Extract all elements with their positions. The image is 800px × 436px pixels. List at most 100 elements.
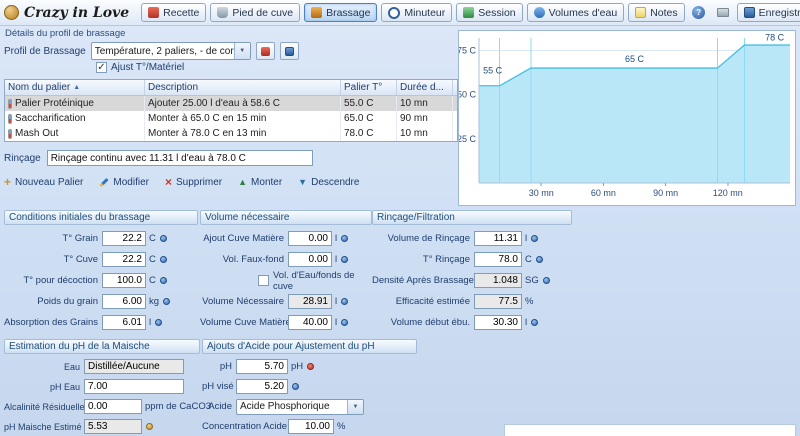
info-dot <box>160 256 167 263</box>
section-sparge-lauter: Rinçage/Filtration Volume de Rinçage11.3… <box>372 210 572 330</box>
tab-notes[interactable]: Notes <box>628 3 684 22</box>
table-row[interactable]: Mash Out Monter à 78.0 C en 13 min 78.0 … <box>5 126 457 141</box>
header-step-temp[interactable]: Palier T° <box>341 80 397 95</box>
current-ph-input[interactable]: 5.70 <box>236 359 288 374</box>
tab-label: Brassage <box>326 7 370 19</box>
new-step-button[interactable]: + Nouveau Palier <box>4 176 83 188</box>
info-dot <box>341 298 348 305</box>
adjust-temp-checkbox[interactable] <box>96 62 107 73</box>
unit-label: l <box>335 233 337 244</box>
page-subtitle: Détails du profil de brassage <box>5 28 125 39</box>
tab-recette[interactable]: Recette <box>141 3 206 22</box>
table-row[interactable]: Palier Protéinique Ajouter 25.00 l d'eau… <box>5 96 457 111</box>
profile-save-button[interactable] <box>280 42 299 60</box>
step-duration: 10 mn <box>400 98 428 109</box>
section-header: Rinçage/Filtration <box>372 210 572 225</box>
starter-icon <box>217 7 228 18</box>
pencil-icon <box>100 177 109 186</box>
field-label: Volume de Rinçage <box>372 233 474 244</box>
estimated-efficiency-field: 77.5 <box>474 294 522 309</box>
svg-text:90 mn: 90 mn <box>653 188 678 198</box>
water-drop-icon <box>534 7 545 18</box>
acid-type-value: Acide Phosphorique <box>237 401 347 412</box>
post-mash-gravity-field: 1.048 <box>474 273 522 288</box>
tab-brassage[interactable]: Brassage <box>304 3 377 22</box>
print-button[interactable] <box>713 3 733 22</box>
profile-edit-button[interactable] <box>256 42 275 60</box>
water-profile-field: Distillée/Aucune <box>84 359 184 374</box>
info-dot <box>543 277 550 284</box>
target-ph-input[interactable]: 5.20 <box>236 379 288 394</box>
tab-label: Pied de cuve <box>232 7 293 19</box>
section-header: Ajouts d'Acide pour Ajustement du pH <box>202 339 417 354</box>
unit-label: C <box>149 275 156 286</box>
tab-volumes-eau[interactable]: Volumes d'eau <box>527 3 625 22</box>
grain-temp-input[interactable]: 22.2 <box>102 231 146 246</box>
preboil-volume-input[interactable]: 30.30 <box>474 315 522 330</box>
thermometer-icon <box>8 99 12 109</box>
grain-absorption-input[interactable]: 6.01 <box>102 315 146 330</box>
acid-type-select[interactable]: Acide Phosphorique ▼ <box>236 399 364 415</box>
unit-label: C <box>149 254 156 265</box>
field-label: Volume Nécessaire <box>200 296 288 307</box>
acid-concentration-input[interactable]: 10.00 <box>288 419 334 434</box>
tab-minuteur[interactable]: Minuteur <box>381 3 452 22</box>
svg-text:30 mn: 30 mn <box>529 188 554 198</box>
unit-label: C <box>525 254 532 265</box>
save-as-button[interactable]: Enregistrer sous <box>737 3 800 22</box>
tab-session[interactable]: Session <box>456 3 522 22</box>
tun-temp-input[interactable]: 22.2 <box>102 252 146 267</box>
info-dot <box>531 235 538 242</box>
profile-save-icon <box>285 47 294 56</box>
edit-step-button[interactable]: Modifier <box>99 177 149 188</box>
thermometer-icon <box>8 114 12 124</box>
delete-step-button[interactable]: × Supprimer <box>165 176 222 188</box>
required-volume-field: 28.91 <box>288 294 332 309</box>
field-label: pH Maische Estimé <box>4 422 84 432</box>
section-header: Estimation du pH de la Maische <box>4 339 200 354</box>
field-label: Densité Après Brassage <box>372 275 474 286</box>
tab-label: Volumes d'eau <box>549 7 618 19</box>
tun-volume-input[interactable]: 40.00 <box>288 315 332 330</box>
info-dot <box>341 256 348 263</box>
unit-label: l <box>149 317 151 328</box>
recipe-title: Crazy in Love <box>24 5 129 21</box>
thermometer-icon <box>8 129 12 139</box>
move-up-button[interactable]: ▲ Monter <box>238 177 282 188</box>
step-description: Monter à 65.0 C en 15 min <box>148 113 266 124</box>
decoction-temp-input[interactable]: 100.0 <box>102 273 146 288</box>
sparge-volume-input[interactable]: 11.31 <box>474 231 522 246</box>
false-bottom-input[interactable]: 0.00 <box>288 252 332 267</box>
move-down-button[interactable]: ▼ Descendre <box>298 177 359 188</box>
unit-label: l <box>335 254 337 265</box>
unit-label: % <box>525 296 533 307</box>
mash-profile-label: Profil de Brassage <box>4 46 86 57</box>
info-dot <box>536 256 543 263</box>
help-button[interactable]: ? <box>689 3 709 22</box>
help-icon: ? <box>692 6 705 19</box>
sparge-description-field[interactable]: Rinçage continu avec 11.31 l d'eau à 78.… <box>47 150 313 166</box>
mash-profile-select[interactable]: Température, 2 paliers, - de corps ▼ <box>91 42 251 60</box>
deadspace-checkbox[interactable] <box>258 275 269 286</box>
svg-text:25 C: 25 C <box>459 134 476 144</box>
table-row[interactable]: Saccharification Monter à 65.0 C en 15 m… <box>5 111 457 126</box>
tab-pied-de-cuve[interactable]: Pied de cuve <box>210 3 300 22</box>
grain-weight-input[interactable]: 6.00 <box>102 294 146 309</box>
step-description: Monter à 78.0 C en 13 min <box>148 128 266 139</box>
tun-addition-input[interactable]: 0.00 <box>288 231 332 246</box>
session-icon <box>463 7 474 18</box>
adjust-temp-row: Ajust T°/Matériel <box>96 62 184 73</box>
water-ph-input[interactable]: 7.00 <box>84 379 184 394</box>
step-duration: 90 mn <box>400 113 428 124</box>
info-dot <box>155 319 162 326</box>
sparge-temp-input[interactable]: 78.0 <box>474 252 522 267</box>
svg-text:55 C: 55 C <box>483 65 503 75</box>
section-mash-ph: Estimation du pH de la Maische EauDistil… <box>4 339 200 434</box>
step-temp: 55.0 C <box>344 98 373 109</box>
field-label: T° Grain <box>4 233 102 244</box>
header-duration[interactable]: Durée d... <box>397 80 453 95</box>
recipe-icon <box>4 5 19 20</box>
header-step-name[interactable]: Nom du palier ▲ <box>5 80 145 95</box>
unit-label: l <box>525 233 527 244</box>
header-description[interactable]: Description <box>145 80 341 95</box>
